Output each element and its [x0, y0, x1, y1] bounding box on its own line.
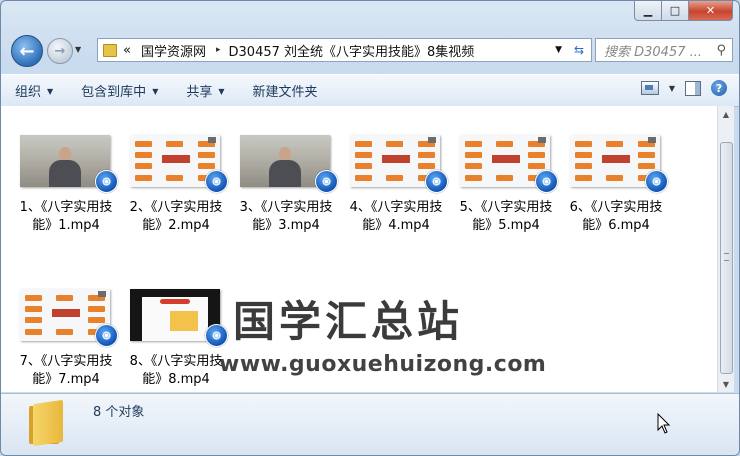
watermark-url: www.guoxuehuizong.com — [219, 352, 547, 377]
scroll-up-icon[interactable]: ▲ — [718, 106, 734, 122]
folder-icon — [103, 43, 117, 57]
preview-pane-icon[interactable] — [685, 80, 701, 96]
change-view-icon[interactable] — [640, 81, 659, 95]
include-library-label: 包含到库中 — [81, 85, 147, 100]
file-name-line: 3、《八字实用技 — [239, 200, 333, 215]
file-name: 3、《八字实用技 能》3.mp4 — [231, 199, 341, 235]
file-name: 7、《八字实用技 能》7.mp4 — [11, 353, 121, 389]
view-options-dropdown-icon[interactable]: ▼ — [669, 84, 675, 93]
file-name-line: 4、《八字实用技 — [349, 200, 443, 215]
share-label: 共享 — [186, 85, 213, 100]
view-controls: ▼ ? — [640, 80, 727, 96]
video-player-icon — [315, 170, 338, 193]
new-folder-label: 新建文件夹 — [252, 85, 318, 100]
video-player-icon — [95, 170, 118, 193]
file-name: 6、《八字实用技 能》6.mp4 — [561, 199, 671, 235]
scroll-thumb[interactable] — [720, 142, 733, 374]
file-item[interactable]: 5、《八字实用技 能》5.mp4 — [451, 106, 561, 233]
file-item[interactable]: 4、《八字实用技 能》4.mp4 — [341, 106, 451, 233]
file-name-line: 能》6.mp4 — [582, 218, 650, 233]
close-button[interactable]: ✕ — [689, 1, 733, 21]
file-name-line: 能》2.mp4 — [142, 218, 210, 233]
file-name-line: 8、《八字实用技 — [129, 354, 223, 369]
back-button[interactable]: ← — [11, 35, 43, 67]
search-placeholder: 搜索 D30457 ... — [604, 44, 703, 60]
search-input[interactable]: 搜索 D30457 ... ⚲ — [595, 38, 733, 62]
file-item[interactable]: 7、《八字实用技 能》7.mp4 — [11, 260, 121, 387]
grip-icon — [724, 253, 729, 261]
file-item[interactable]: 2、《八字实用技 能》2.mp4 — [121, 106, 231, 233]
video-player-icon — [95, 324, 118, 347]
details-pane: 8 个对象 — [1, 393, 739, 455]
file-item[interactable]: 1、《八字实用技 能》1.mp4 — [11, 106, 121, 233]
mouse-cursor-icon — [657, 413, 671, 434]
maximize-button[interactable]: □ — [662, 1, 689, 21]
folder-icon — [29, 399, 73, 447]
file-name: 8、《八字实用技 能》8.mp4 — [121, 353, 231, 389]
refresh-button[interactable]: ⇆ — [567, 38, 592, 62]
search-icon[interactable]: ⚲ — [708, 43, 726, 58]
forward-button[interactable]: → — [47, 38, 73, 64]
file-item[interactable]: 6、《八字实用技 能》6.mp4 — [561, 106, 671, 233]
watermark-title: 国学汇总站 — [233, 297, 464, 346]
video-player-icon — [205, 324, 228, 347]
file-list[interactable]: 1、《八字实用技 能》1.mp4 2、《八字实用技 能》2.mp4 3、《八字实用技 能》… — [1, 106, 717, 392]
new-folder-button[interactable]: 新建文件夹 — [239, 81, 332, 100]
file-name: 5、《八字实用技 能》5.mp4 — [451, 199, 561, 235]
file-name-line: 能》3.mp4 — [252, 218, 320, 233]
video-player-icon — [205, 170, 228, 193]
chevron-down-icon: ▼ — [152, 87, 159, 96]
file-name: 4、《八字实用技 能》4.mp4 — [341, 199, 451, 235]
minimize-button[interactable]: ▁ — [634, 1, 662, 21]
file-name: 2、《八字实用技 能》2.mp4 — [121, 199, 231, 235]
help-icon[interactable]: ? — [711, 80, 727, 96]
breadcrumb-chevrons[interactable]: « — [123, 43, 131, 58]
navigation-bar: ← → ▼ « 国学资源网 ▸ D30457 刘全统《八字实用技能》8集视频 ▼… — [9, 33, 733, 67]
recent-pages-dropdown-icon[interactable]: ▼ — [75, 45, 81, 54]
chevron-down-icon: ▼ — [47, 87, 54, 96]
organize-menu[interactable]: 组织 ▼ — [1, 81, 67, 100]
file-name-line: 6、《八字实用技 — [569, 200, 663, 215]
video-player-icon — [645, 170, 668, 193]
file-name: 1、《八字实用技 能》1.mp4 — [11, 199, 121, 235]
file-name-line: 能》4.mp4 — [362, 218, 430, 233]
file-name-line: 能》8.mp4 — [142, 372, 210, 387]
file-name-line: 1、《八字实用技 — [19, 200, 113, 215]
file-name-line: 能》1.mp4 — [32, 218, 100, 233]
include-library-menu[interactable]: 包含到库中 ▼ — [67, 81, 172, 100]
file-item[interactable]: 8、《八字实用技 能》8.mp4 — [121, 260, 231, 387]
address-bar[interactable]: « 国学资源网 ▸ D30457 刘全统《八字实用技能》8集视频 ▼ — [97, 38, 569, 62]
item-count: 8 个对象 — [93, 405, 145, 420]
breadcrumb-item-root[interactable]: 国学资源网 — [141, 41, 206, 60]
organize-label: 组织 — [15, 85, 42, 100]
chevron-down-icon: ▼ — [218, 87, 225, 96]
file-name-line: 7、《八字实用技 — [19, 354, 113, 369]
address-dropdown-icon[interactable]: ▼ — [555, 45, 562, 55]
file-name-line: 5、《八字实用技 — [459, 200, 553, 215]
explorer-window: ▁ □ ✕ ← → ▼ « 国学资源网 ▸ D30457 刘全统《八字实用技能》… — [0, 0, 740, 456]
command-bar: 组织 ▼ 包含到库中 ▼ 共享 ▼ 新建文件夹 ▼ ? — [1, 74, 739, 107]
breadcrumb-separator-icon[interactable]: ▸ — [216, 45, 221, 55]
video-player-icon — [535, 170, 558, 193]
file-item[interactable]: 3、《八字实用技 能》3.mp4 — [231, 106, 341, 233]
video-player-icon — [425, 170, 448, 193]
file-name-line: 能》7.mp4 — [32, 372, 100, 387]
scroll-down-icon[interactable]: ▼ — [718, 376, 734, 392]
breadcrumb-item-current[interactable]: D30457 刘全统《八字实用技能》8集视频 — [229, 41, 475, 60]
share-menu[interactable]: 共享 ▼ — [172, 81, 238, 100]
vertical-scrollbar[interactable]: ▲ ▼ — [717, 106, 734, 392]
file-name-line: 能》5.mp4 — [472, 218, 540, 233]
caption-buttons: ▁ □ ✕ — [634, 1, 733, 21]
file-name-line: 2、《八字实用技 — [129, 200, 223, 215]
